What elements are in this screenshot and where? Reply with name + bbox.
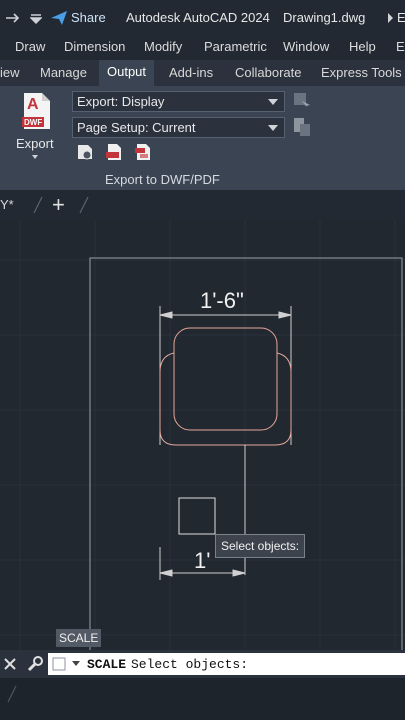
cursor-tooltip: Select objects: [215, 534, 306, 558]
close-icon[interactable] [4, 658, 16, 670]
menu-help[interactable]: Help [349, 39, 376, 54]
tab-manage[interactable]: Manage [40, 65, 87, 80]
tab-output[interactable]: Output [99, 60, 155, 86]
document-tab-current[interactable]: Y* [0, 197, 14, 212]
share-label[interactable]: Share [71, 10, 106, 25]
app-title: Autodesk AutoCAD 2024 [126, 10, 270, 25]
drawing-geometry[interactable] [0, 220, 405, 650]
ribbon-tabs: iew Manage Output Add-ins Collaborate Ex… [0, 60, 405, 87]
customize-wrench-icon[interactable] [26, 655, 44, 673]
status-area [0, 678, 405, 720]
export-button[interactable]: A DWF Export [14, 90, 60, 160]
export-label: Export [16, 136, 54, 151]
menu-dimension[interactable]: Dimension [64, 39, 125, 54]
chevron-down-icon [268, 99, 278, 105]
drawing-canvas[interactable]: 1'-6" 1' Select objects: SCALE [0, 220, 405, 650]
tab-express-tools[interactable]: Express Tools [321, 65, 402, 80]
menu-window[interactable]: Window [283, 39, 329, 54]
export-display-select[interactable]: Export: Display [72, 91, 285, 112]
recent-commands-icon[interactable] [52, 657, 84, 671]
menu-parametric[interactable]: Parametric [204, 39, 267, 54]
page-setup-select[interactable]: Page Setup: Current [72, 117, 285, 138]
document-tab-strip: Y* + [0, 190, 405, 220]
ribbon-panel: A DWF Export Export: Display Page Setup:… [0, 86, 405, 190]
export-dwf-small-icon[interactable] [105, 143, 123, 161]
dimension-top-label: 1'-6" [200, 288, 244, 313]
panel-title: Export to DWF/PDF [105, 172, 220, 187]
redo-icon[interactable] [4, 13, 22, 23]
file-name: Drawing1.dwg [283, 10, 366, 25]
menu-express[interactable]: Ex [396, 39, 405, 54]
export-icon-letter: A [27, 96, 39, 113]
export-pdf-small-icon[interactable] [134, 143, 152, 161]
tab-collaborate[interactable]: Collaborate [235, 65, 302, 80]
page-setup-value: Page Setup: Current [77, 120, 196, 135]
menu-draw[interactable]: Draw [15, 39, 45, 54]
command-prompt: Select objects: [131, 657, 249, 672]
new-tab-button[interactable]: + [52, 192, 65, 218]
menu-modify[interactable]: Modify [144, 39, 182, 54]
title-chevron-icon[interactable] [386, 12, 394, 24]
command-name: SCALE [87, 657, 127, 672]
quick-access-dropdown-icon[interactable] [30, 14, 42, 24]
export-display-value: Export: Display [77, 94, 165, 109]
command-input[interactable]: SCALE Select objects: [48, 653, 405, 675]
tab-add-ins[interactable]: Add-ins [169, 65, 213, 80]
tab-separator [79, 196, 89, 214]
export-dropdown-icon[interactable] [31, 154, 39, 160]
tab-separator [7, 685, 17, 703]
command-line: SCALE Select objects: [0, 650, 405, 678]
page-setup-override-icon[interactable] [293, 117, 311, 137]
chevron-down-icon [268, 125, 278, 131]
menu-bar: Draw Dimension Modify Parametric Window … [0, 36, 405, 60]
title-bar: Share Autodesk AutoCAD 2024 Drawing1.dwg… [0, 0, 405, 36]
tab-view[interactable]: iew [0, 65, 20, 80]
tab-separator [33, 196, 43, 214]
share-icon[interactable] [50, 10, 68, 26]
dimension-bottom-label: 1' [194, 548, 211, 573]
window-select-icon[interactable] [293, 92, 311, 110]
command-tooltip: SCALE [56, 629, 102, 647]
title-overflow: E [397, 10, 405, 25]
export-preview-icon[interactable] [76, 143, 94, 161]
export-icon-badge: DWF [24, 118, 43, 127]
